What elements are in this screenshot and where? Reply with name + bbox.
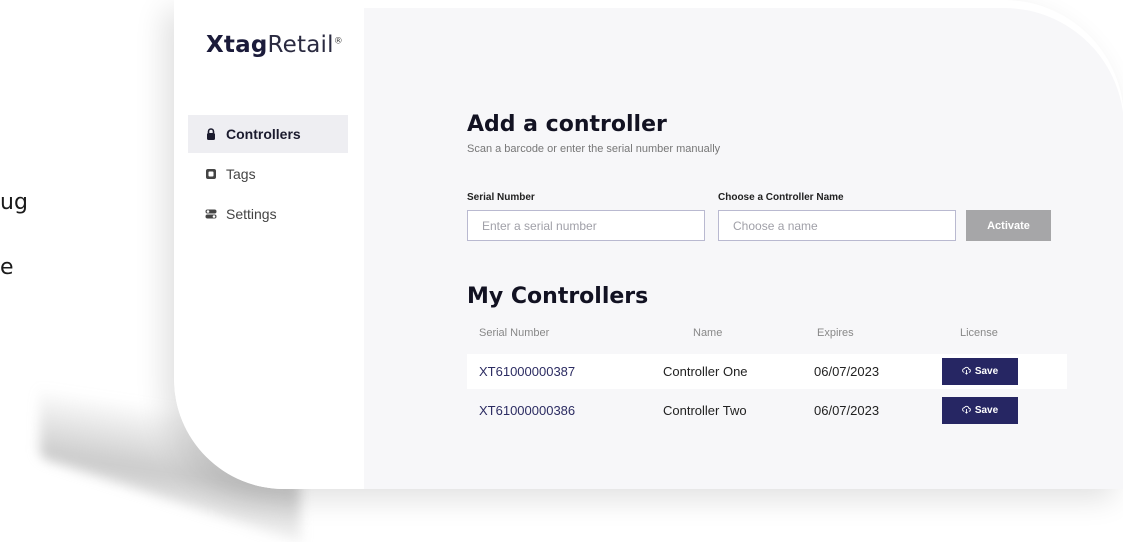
activate-button[interactable]: Activate bbox=[966, 210, 1051, 241]
sidebar-item-tags[interactable]: Tags bbox=[188, 155, 348, 193]
table-row: XT61000000387 Controller One 06/07/2023 … bbox=[467, 354, 1067, 389]
lock-icon bbox=[204, 127, 218, 141]
registered-mark: ® bbox=[333, 36, 343, 47]
sidebar-item-controllers[interactable]: Controllers bbox=[188, 115, 348, 153]
background-text-fragment: e bbox=[0, 255, 14, 280]
column-header-expires: Expires bbox=[817, 327, 854, 339]
main-content: Add a controller Scan a barcode or enter… bbox=[364, 8, 1123, 489]
serial-cell: XT61000000387 bbox=[479, 364, 576, 379]
save-license-button[interactable]: Save bbox=[942, 397, 1018, 424]
expires-cell: 06/07/2023 bbox=[814, 364, 880, 379]
controller-name-label: Choose a Controller Name bbox=[718, 192, 844, 203]
cloud-download-icon bbox=[961, 366, 971, 377]
controller-name-input[interactable] bbox=[718, 210, 956, 241]
name-cell: Controller One bbox=[663, 364, 748, 379]
save-label: Save bbox=[974, 366, 999, 377]
expires-cell: 06/07/2023 bbox=[814, 403, 880, 418]
add-controller-section: Add a controller Scan a barcode or enter… bbox=[467, 112, 1067, 241]
save-license-button[interactable]: Save bbox=[942, 358, 1018, 385]
add-controller-title: Add a controller bbox=[467, 112, 667, 137]
logo-bold-text: Xtag bbox=[206, 32, 268, 58]
background-text-fragment: ug bbox=[0, 190, 28, 215]
sidebar-item-settings[interactable]: Settings bbox=[188, 195, 348, 233]
my-controllers-section: My Controllers Serial Number Name Expire… bbox=[467, 284, 1067, 428]
sidebar-item-label: Controllers bbox=[226, 126, 301, 142]
sidebar: XtagRetail® Controllers Tags Settings bbox=[174, 0, 364, 489]
save-label: Save bbox=[974, 405, 999, 416]
column-header-serial: Serial Number bbox=[479, 327, 550, 339]
settings-toggle-icon bbox=[204, 207, 218, 221]
app-window: XtagRetail® Controllers Tags Settings Ad… bbox=[174, 0, 1123, 489]
sidebar-item-label: Tags bbox=[226, 166, 256, 182]
my-controllers-title: My Controllers bbox=[467, 284, 649, 309]
cloud-download-icon bbox=[961, 405, 971, 416]
table-row: XT61000000386 Controller Two 06/07/2023 … bbox=[467, 393, 1067, 428]
serial-cell: XT61000000386 bbox=[479, 403, 576, 418]
name-cell: Controller Two bbox=[663, 403, 747, 418]
serial-number-input[interactable] bbox=[467, 210, 705, 241]
app-logo: XtagRetail® bbox=[206, 32, 343, 58]
logo-light-text: Retail bbox=[267, 32, 334, 58]
sidebar-nav: Controllers Tags Settings bbox=[188, 115, 348, 233]
table-header: Serial Number Name Expires License bbox=[467, 327, 1067, 345]
serial-number-label: Serial Number bbox=[467, 192, 535, 203]
tag-square-icon bbox=[204, 167, 218, 181]
sidebar-item-label: Settings bbox=[226, 206, 277, 222]
column-header-license: License bbox=[960, 327, 998, 339]
column-header-name: Name bbox=[693, 327, 723, 339]
add-controller-subtitle: Scan a barcode or enter the serial numbe… bbox=[467, 143, 721, 155]
